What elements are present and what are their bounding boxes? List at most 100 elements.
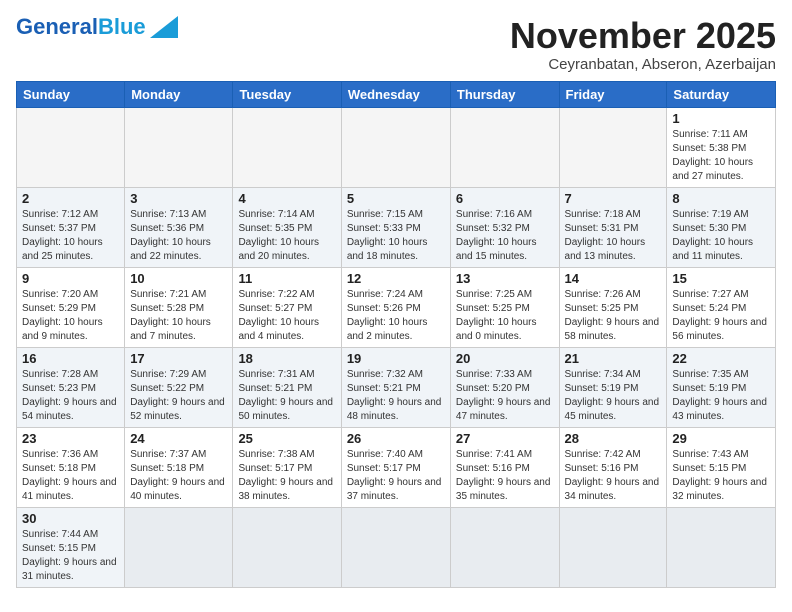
day-number: 24 [130,431,227,446]
calendar-cell: 18Sunrise: 7:31 AM Sunset: 5:21 PM Dayli… [233,347,341,427]
day-number: 17 [130,351,227,366]
day-info: Sunrise: 7:27 AM Sunset: 5:24 PM Dayligh… [672,288,770,344]
day-number: 21 [565,351,662,366]
day-number: 13 [456,271,554,286]
day-number: 15 [672,271,770,286]
day-info: Sunrise: 7:40 AM Sunset: 5:17 PM Dayligh… [347,448,445,504]
day-number: 28 [565,431,662,446]
day-info: Sunrise: 7:41 AM Sunset: 5:16 PM Dayligh… [456,448,554,504]
calendar-cell [341,507,450,587]
day-info: Sunrise: 7:13 AM Sunset: 5:36 PM Dayligh… [130,208,227,264]
day-info: Sunrise: 7:37 AM Sunset: 5:18 PM Dayligh… [130,448,227,504]
day-number: 22 [672,351,770,366]
calendar-cell: 20 Sunrise: 7:33 AM Sunset: 5:20 PM Dayli… [450,347,559,427]
calendar-week-row: 9Sunrise: 7:20 AM Sunset: 5:29 PM Daylig… [17,267,776,347]
day-number: 16 [22,351,119,366]
calendar-week-row: 1 Sunrise: 7:11 AM Sunset: 5:38 PM Daylig… [17,107,776,187]
header-monday: Monday [125,81,233,107]
day-number: 6 [456,191,554,206]
calendar-cell [450,107,559,187]
calendar-cell: 1 Sunrise: 7:11 AM Sunset: 5:38 PM Daylig… [667,107,776,187]
calendar-cell: 29 Sunrise: 7:43 AM Sunset: 5:15 PM Dayli… [667,427,776,507]
calendar-cell: 26Sunrise: 7:40 AM Sunset: 5:17 PM Dayli… [341,427,450,507]
calendar-cell [450,507,559,587]
day-info: Sunrise: 7:24 AM Sunset: 5:26 PM Dayligh… [347,288,445,344]
calendar-cell: 22 Sunrise: 7:35 AM Sunset: 5:19 PM Dayli… [667,347,776,427]
day-info: Sunrise: 7:21 AM Sunset: 5:28 PM Dayligh… [130,288,227,344]
calendar-cell: 16 Sunrise: 7:28 AM Sunset: 5:23 PM Dayli… [17,347,125,427]
calendar-cell: 13 Sunrise: 7:25 AM Sunset: 5:25 PM Dayli… [450,267,559,347]
day-number: 7 [565,191,662,206]
day-info: Sunrise: 7:43 AM Sunset: 5:15 PM Dayligh… [672,448,770,504]
day-info: Sunrise: 7:29 AM Sunset: 5:22 PM Dayligh… [130,368,227,424]
calendar-cell: 3 Sunrise: 7:13 AM Sunset: 5:36 PM Daylig… [125,187,233,267]
day-info: Sunrise: 7:19 AM Sunset: 5:30 PM Dayligh… [672,208,770,264]
calendar-cell: 25 Sunrise: 7:38 AM Sunset: 5:17 PM Dayli… [233,427,341,507]
calendar-cell: 10 Sunrise: 7:21 AM Sunset: 5:28 PM Dayli… [125,267,233,347]
calendar-cell [17,107,125,187]
day-info: Sunrise: 7:18 AM Sunset: 5:31 PM Dayligh… [565,208,662,264]
day-number: 5 [347,191,445,206]
logo-general: General [16,14,98,39]
day-number: 1 [672,111,770,126]
day-number: 25 [238,431,335,446]
day-number: 29 [672,431,770,446]
day-info: Sunrise: 7:38 AM Sunset: 5:17 PM Dayligh… [238,448,335,504]
header-tuesday: Tuesday [233,81,341,107]
calendar-cell [233,507,341,587]
day-info: Sunrise: 7:20 AM Sunset: 5:29 PM Dayligh… [22,288,119,344]
calendar-cell: 21 Sunrise: 7:34 AM Sunset: 5:19 PM Dayli… [559,347,667,427]
day-info: Sunrise: 7:16 AM Sunset: 5:32 PM Dayligh… [456,208,554,264]
title-area: November 2025 Ceyranbatan, Abseron, Azer… [510,16,776,73]
month-title: November 2025 [510,16,776,56]
day-number: 11 [238,271,335,286]
day-number: 23 [22,431,119,446]
day-info: Sunrise: 7:28 AM Sunset: 5:23 PM Dayligh… [22,368,119,424]
calendar-week-row: 23 Sunrise: 7:36 AM Sunset: 5:18 PM Dayli… [17,427,776,507]
calendar-week-row: 16 Sunrise: 7:28 AM Sunset: 5:23 PM Dayli… [17,347,776,427]
calendar-week-row: 2 Sunrise: 7:12 AM Sunset: 5:37 PM Daylig… [17,187,776,267]
day-info: Sunrise: 7:12 AM Sunset: 5:37 PM Dayligh… [22,208,119,264]
day-number: 20 [456,351,554,366]
logo-text: GeneralBlue [16,16,146,38]
calendar-cell [667,507,776,587]
calendar-cell: 14Sunrise: 7:26 AM Sunset: 5:25 PM Dayli… [559,267,667,347]
calendar-cell [233,107,341,187]
day-number: 12 [347,271,445,286]
day-info: Sunrise: 7:35 AM Sunset: 5:19 PM Dayligh… [672,368,770,424]
day-number: 14 [565,271,662,286]
calendar-cell: 6 Sunrise: 7:16 AM Sunset: 5:32 PM Daylig… [450,187,559,267]
header-sunday: Sunday [17,81,125,107]
header-saturday: Saturday [667,81,776,107]
calendar-cell: 8 Sunrise: 7:19 AM Sunset: 5:30 PM Daylig… [667,187,776,267]
calendar-cell: 27Sunrise: 7:41 AM Sunset: 5:16 PM Dayli… [450,427,559,507]
day-info: Sunrise: 7:31 AM Sunset: 5:21 PM Dayligh… [238,368,335,424]
day-info: Sunrise: 7:34 AM Sunset: 5:19 PM Dayligh… [565,368,662,424]
calendar-cell: 23 Sunrise: 7:36 AM Sunset: 5:18 PM Dayli… [17,427,125,507]
day-info: Sunrise: 7:15 AM Sunset: 5:33 PM Dayligh… [347,208,445,264]
day-number: 3 [130,191,227,206]
day-number: 4 [238,191,335,206]
logo-triangle-icon [150,16,178,38]
calendar-cell: 11 Sunrise: 7:22 AM Sunset: 5:27 PM Dayli… [233,267,341,347]
day-info: Sunrise: 7:14 AM Sunset: 5:35 PM Dayligh… [238,208,335,264]
day-info: Sunrise: 7:32 AM Sunset: 5:21 PM Dayligh… [347,368,445,424]
day-number: 10 [130,271,227,286]
day-info: Sunrise: 7:42 AM Sunset: 5:16 PM Dayligh… [565,448,662,504]
header-wednesday: Wednesday [341,81,450,107]
day-info: Sunrise: 7:22 AM Sunset: 5:27 PM Dayligh… [238,288,335,344]
calendar-cell: 7 Sunrise: 7:18 AM Sunset: 5:31 PM Daylig… [559,187,667,267]
calendar-cell: 2 Sunrise: 7:12 AM Sunset: 5:37 PM Daylig… [17,187,125,267]
day-info: Sunrise: 7:25 AM Sunset: 5:25 PM Dayligh… [456,288,554,344]
day-number: 8 [672,191,770,206]
calendar-cell [559,107,667,187]
calendar-cell: 4 Sunrise: 7:14 AM Sunset: 5:35 PM Daylig… [233,187,341,267]
day-info: Sunrise: 7:33 AM Sunset: 5:20 PM Dayligh… [456,368,554,424]
day-number: 2 [22,191,119,206]
calendar-cell: 28 Sunrise: 7:42 AM Sunset: 5:16 PM Dayli… [559,427,667,507]
day-info: Sunrise: 7:11 AM Sunset: 5:38 PM Dayligh… [672,128,770,184]
location-title: Ceyranbatan, Abseron, Azerbaijan [510,56,776,73]
header-friday: Friday [559,81,667,107]
calendar-cell [125,507,233,587]
day-info: Sunrise: 7:36 AM Sunset: 5:18 PM Dayligh… [22,448,119,504]
